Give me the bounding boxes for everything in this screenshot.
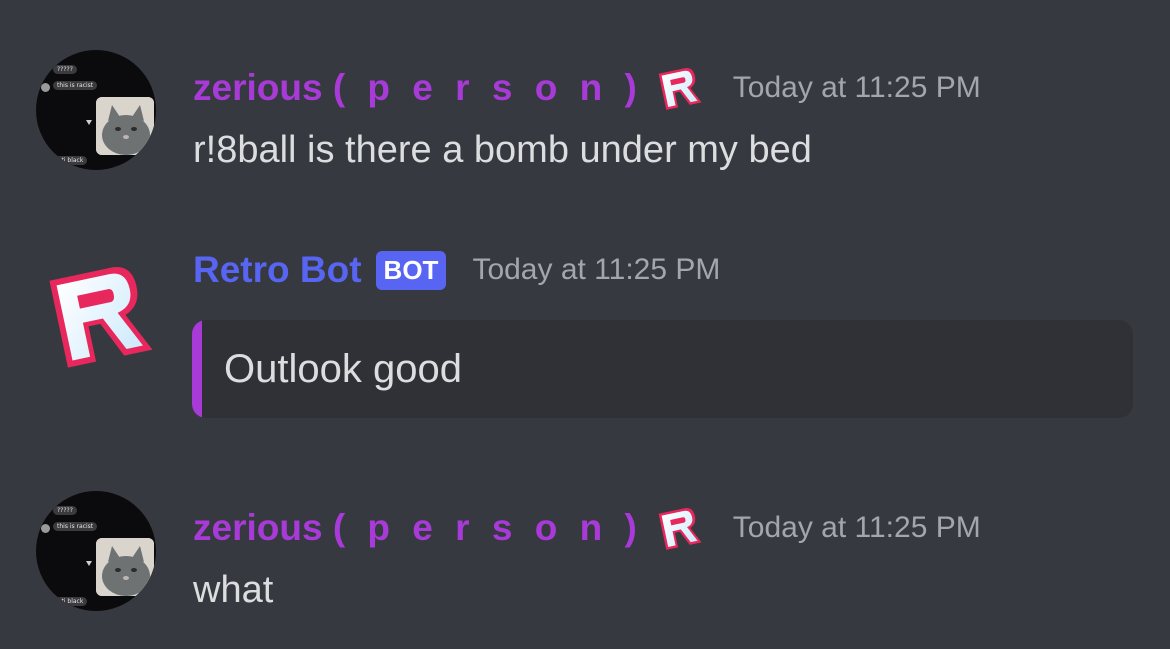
avatar-pill-bottom: anti black bbox=[50, 597, 88, 606]
message-text: what bbox=[193, 569, 274, 611]
username[interactable]: Retro Bot bbox=[193, 249, 362, 291]
user-avatar[interactable]: ????? this is racist anti black bbox=[36, 491, 156, 611]
username-spaced: ( p e r s o n ) bbox=[332, 507, 643, 548]
timestamp: Today at 11:25 PM bbox=[732, 71, 981, 104]
avatar-pill-bottom: anti black bbox=[50, 156, 88, 165]
timestamp: Today at 11:25 PM bbox=[732, 511, 981, 544]
message-header: zerious ( p e r s o n ) Today at 11:25 P… bbox=[193, 63, 981, 113]
cat-image bbox=[96, 538, 154, 596]
cat-image bbox=[96, 97, 154, 155]
roblox-r-icon[interactable] bbox=[36, 255, 156, 375]
embed-text: Outlook good bbox=[224, 347, 462, 391]
timestamp: Today at 11:25 PM bbox=[472, 253, 721, 286]
avatar-triangle-icon bbox=[86, 561, 92, 566]
message-header: zerious ( p e r s o n ) Today at 11:25 P… bbox=[193, 503, 981, 553]
avatar-dot bbox=[41, 83, 50, 92]
avatar-pill-mid: this is racist bbox=[53, 81, 98, 90]
message-header: Retro Bot BOT Today at 11:25 PM bbox=[193, 249, 720, 291]
avatar-pill-mid: this is racist bbox=[53, 522, 98, 531]
roblox-r-icon bbox=[653, 503, 703, 553]
username-prefix: zerious bbox=[193, 507, 323, 548]
avatar-dot bbox=[41, 524, 50, 533]
avatar-triangle-icon bbox=[86, 120, 92, 125]
roblox-r-icon bbox=[653, 63, 703, 113]
user-avatar[interactable]: ????? this is racist anti black bbox=[36, 50, 156, 170]
avatar-pill-top: ????? bbox=[53, 506, 77, 515]
username-spaced: ( p e r s o n ) bbox=[332, 67, 643, 108]
username[interactable]: zerious ( p e r s o n ) bbox=[193, 507, 643, 549]
username[interactable]: zerious ( p e r s o n ) bbox=[193, 67, 643, 109]
embed: Outlook good bbox=[192, 320, 1133, 418]
username-prefix: zerious bbox=[193, 67, 323, 108]
embed-accent-bar bbox=[192, 320, 202, 418]
message-text: r!8ball is there a bomb under my bed bbox=[193, 129, 812, 171]
bot-tag: BOT bbox=[375, 250, 447, 290]
avatar-pill-top: ????? bbox=[53, 65, 77, 74]
